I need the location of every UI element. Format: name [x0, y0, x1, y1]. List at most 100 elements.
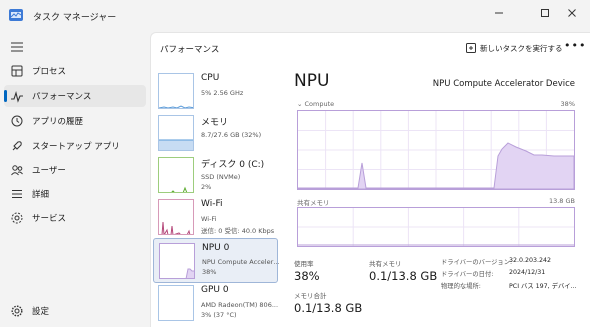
services-icon	[11, 212, 23, 224]
device-stat: 2%	[201, 183, 212, 191]
sidebar-item-users[interactable]: ユーザー	[4, 159, 146, 181]
hamburger-menu-icon[interactable]	[10, 41, 24, 53]
total-memory-label: メモリ合計	[294, 292, 327, 300]
run-new-task-button[interactable]: 新しいタスクを実行する	[466, 39, 563, 57]
sidebar-item-label: プロセス	[32, 67, 67, 77]
device-list: CPU 5% 2.56 GHz メモリ 8.7/27.6 GB (32%) ディ…	[151, 65, 280, 327]
gpu-thumbnail	[158, 285, 194, 321]
shared-memory-max-label: 13.8 GB	[548, 197, 575, 205]
users-icon	[11, 165, 23, 176]
shared-memory-graph-plot	[298, 208, 574, 246]
sidebar-item-label: パフォーマンス	[32, 92, 92, 102]
device-item-disk[interactable]: ディスク 0 (C:) SSD (NVMe) 2%	[153, 153, 278, 198]
device-stat: 5% 2.56 GHz	[201, 89, 244, 97]
detail-title: NPU	[294, 71, 330, 91]
sidebar: プロセス パフォーマンス アプリの履歴 スタートアップ アプリ ユーザー 詳細 …	[0, 32, 150, 327]
sidebar-item-startup-apps[interactable]: スタートアップ アプリ	[4, 135, 146, 157]
memory-thumbnail	[158, 115, 194, 151]
device-item-wifi[interactable]: Wi-Fi Wi-Fi 送信: 0 受信: 40.0 Kbps	[153, 195, 278, 240]
sidebar-item-details[interactable]: 詳細	[4, 183, 146, 205]
device-name: ディスク 0 (C:)	[201, 160, 265, 170]
performance-icon	[11, 91, 23, 103]
device-stat: 3% (37 °C)	[201, 311, 237, 319]
device-item-npu[interactable]: NPU 0 NPU Compute Accelerator Device 38%	[153, 238, 280, 283]
physical-location-label: 物理的な場所:	[441, 283, 481, 290]
window-title: タスク マネージャー	[33, 13, 117, 23]
device-stat: NPU Compute Accelerator Device	[202, 258, 280, 266]
sidebar-item-services[interactable]: サービス	[4, 207, 146, 229]
shared-memory-graph-label: 共有メモリ	[297, 199, 330, 207]
sidebar-item-app-history[interactable]: アプリの履歴	[4, 110, 146, 132]
chevron-down-icon[interactable]: ⌄	[297, 100, 305, 108]
wifi-thumbnail	[158, 199, 194, 235]
maximize-icon	[541, 9, 549, 17]
sidebar-item-label: 詳細	[32, 190, 50, 200]
page-title: パフォーマンス	[160, 45, 220, 55]
shared-memory-value: 0.1/13.8 GB	[369, 269, 438, 283]
compute-label: Compute	[304, 100, 335, 108]
device-item-gpu[interactable]: GPU 0 AMD Radeon(TM) 806... 3% (37 °C)	[153, 281, 278, 326]
gpu-mini-graph	[159, 286, 194, 321]
device-name: GPU 0	[201, 285, 229, 295]
processes-icon	[11, 65, 23, 77]
device-stat: 38%	[202, 268, 217, 276]
minimize-button[interactable]	[481, 2, 517, 24]
sidebar-item-performance[interactable]: パフォーマンス	[4, 85, 146, 107]
details-icon	[12, 190, 22, 198]
device-name: NPU 0	[202, 243, 230, 253]
device-name: CPU	[201, 73, 220, 83]
cpu-mini-graph	[159, 105, 193, 108]
cpu-thumbnail	[158, 73, 194, 109]
more-options-button[interactable]: •••	[564, 39, 585, 57]
device-name: Wi-Fi	[201, 199, 223, 209]
history-icon	[11, 115, 23, 127]
sidebar-item-label: スタートアップ アプリ	[32, 142, 120, 152]
shared-memory-graph	[297, 207, 575, 247]
compute-max-label: 38%	[560, 100, 575, 108]
driver-version-value: 32.0.203.242	[509, 257, 552, 264]
startup-icon	[12, 141, 22, 151]
close-icon	[568, 9, 576, 17]
sidebar-item-label: サービス	[32, 214, 67, 224]
total-memory-value: 0.1/13.8 GB	[294, 301, 363, 315]
device-name: メモリ	[201, 118, 229, 128]
close-button[interactable]	[554, 2, 590, 24]
physical-location-value: PCI バス 197, デバイ...	[509, 283, 577, 290]
device-item-cpu[interactable]: CPU 5% 2.56 GHz	[153, 69, 278, 114]
device-stat: SSD (NVMe)	[201, 173, 241, 181]
driver-version-label: ドライバーのバージョン:	[441, 259, 513, 266]
driver-date-label: ドライバーの日付:	[441, 271, 494, 278]
sidebar-item-label: アプリの履歴	[32, 117, 84, 127]
memory-mini-graph	[159, 139, 193, 150]
npu-mini-graph	[185, 268, 194, 278]
device-stat: Wi-Fi	[201, 215, 217, 223]
main-panel: パフォーマンス 新しいタスクを実行する ••• CPU 5% 2.56 GHz …	[150, 32, 590, 327]
device-stat: AMD Radeon(TM) 806...	[201, 301, 279, 309]
minimize-icon	[495, 12, 503, 14]
compute-graph	[297, 110, 575, 190]
run-task-icon	[466, 43, 476, 53]
task-manager-icon	[9, 9, 23, 21]
npu-detail-panel: NPU NPU Compute Accelerator Device ⌄ Com…	[291, 65, 590, 327]
active-indicator	[4, 90, 7, 102]
gear-icon	[11, 305, 23, 317]
run-new-task-label: 新しいタスクを実行する	[480, 43, 563, 53]
detail-device-name: NPU Compute Accelerator Device	[432, 79, 575, 89]
title-bar: タスク マネージャー	[0, 0, 590, 32]
sidebar-item-processes[interactable]: プロセス	[4, 60, 146, 82]
sidebar-item-label: ユーザー	[32, 166, 66, 176]
npu-thumbnail	[159, 243, 195, 279]
device-stat: 送信: 0 受信: 40.0 Kbps	[201, 227, 275, 235]
disk-mini-graph	[171, 186, 188, 192]
compute-graph-plot	[297, 111, 575, 190]
disk-thumbnail	[158, 157, 194, 193]
shared-memory-label: 共有メモリ	[369, 260, 402, 268]
device-item-memory[interactable]: メモリ 8.7/27.6 GB (32%)	[153, 111, 278, 156]
settings-label: 設定	[32, 307, 50, 317]
compute-graph-label: ⌄ Compute	[297, 100, 334, 108]
device-stat: 8.7/27.6 GB (32%)	[201, 131, 262, 139]
utilization-value: 38%	[294, 269, 320, 283]
sidebar-item-settings[interactable]: 設定	[4, 300, 146, 322]
utilization-label: 使用率	[294, 260, 314, 268]
driver-date-value: 2024/12/31	[509, 269, 546, 276]
